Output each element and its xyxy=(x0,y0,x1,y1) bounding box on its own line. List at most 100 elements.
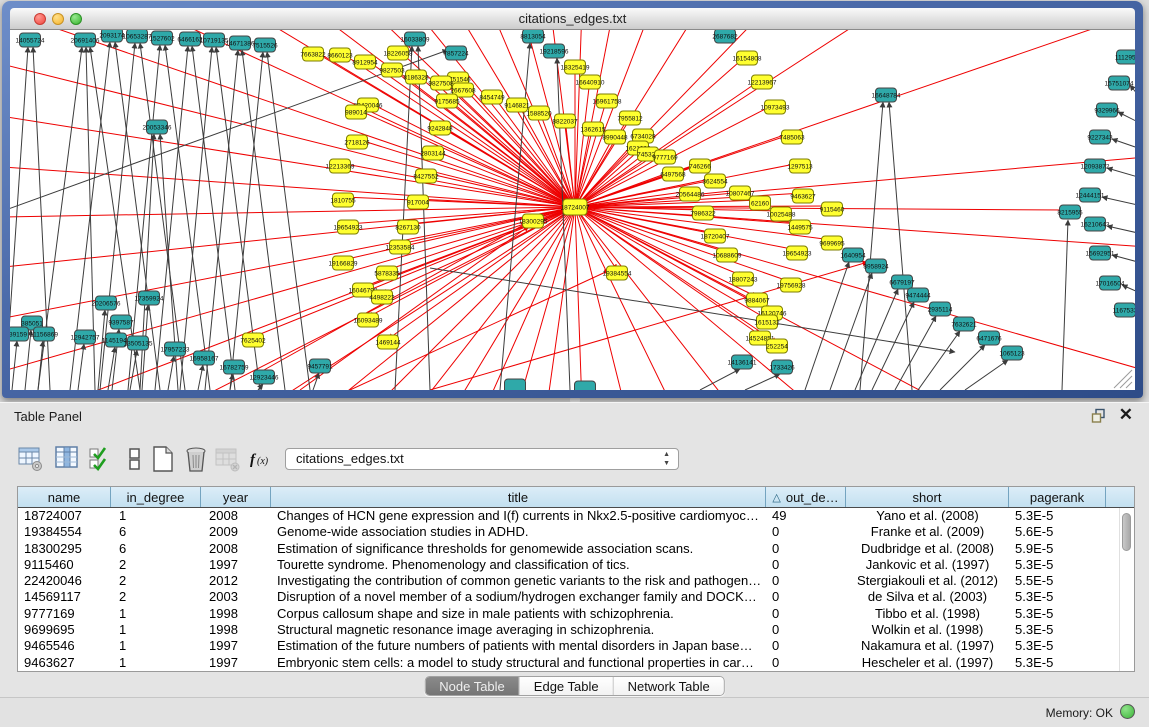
graph-node[interactable]: 9474444 xyxy=(905,288,931,302)
graph-node[interactable]: 16648784 xyxy=(872,88,901,102)
graph-node[interactable]: 19654923 xyxy=(334,220,363,234)
table-cell[interactable]: 9463627 xyxy=(18,655,111,671)
tab-node-table[interactable]: Node Table xyxy=(425,677,520,695)
table-cell[interactable]: 5.3E-5 xyxy=(1009,589,1106,605)
table-cell[interactable]: 18724007 xyxy=(18,508,111,524)
graph-node[interactable]: 3624554 xyxy=(702,174,728,188)
graph-node[interactable]: 8454749 xyxy=(479,90,505,104)
table-cell[interactable]: 0 xyxy=(766,573,846,589)
graph-node[interactable]: 9329966 xyxy=(1094,103,1120,117)
table-cell[interactable]: 2008 xyxy=(201,508,271,524)
network-canvas[interactable]: 1872400714055724206914062093174106532871… xyxy=(10,30,1135,390)
network-window[interactable]: citations_edges.txt 18724007140557242069… xyxy=(2,1,1143,398)
graph-node[interactable]: 1615132 xyxy=(754,315,780,329)
graph-node[interactable]: 1469144 xyxy=(375,335,401,349)
graph-node[interactable]: 9115460 xyxy=(820,202,845,216)
graph-node[interactable]: 9463627 xyxy=(790,189,816,203)
graph-node[interactable]: 1527602 xyxy=(149,31,175,45)
graph-node[interactable]: 13505135 xyxy=(124,336,153,350)
table-cell[interactable]: 6 xyxy=(111,524,201,540)
float-panel-icon[interactable] xyxy=(1091,408,1107,424)
table-cell[interactable]: 49 xyxy=(766,508,846,524)
table-cell[interactable]: 2008 xyxy=(201,541,271,557)
delete-rows-icon[interactable] xyxy=(183,445,209,473)
table-cell[interactable]: 1 xyxy=(111,655,201,671)
table-cell[interactable]: 2 xyxy=(111,589,201,605)
table-cell[interactable]: 1997 xyxy=(201,638,271,654)
graph-node[interactable]: 1588520 xyxy=(526,106,552,120)
close-panel-icon[interactable]: ✕ xyxy=(1119,405,1133,425)
graph-node[interactable]: 1733426 xyxy=(769,360,795,374)
graph-node[interactable]: 7857224 xyxy=(443,46,469,60)
graph-node[interactable]: 9457791 xyxy=(307,359,333,373)
table-row[interactable]: 2242004622012Investigating the contribut… xyxy=(18,573,1134,589)
graph-node[interactable]: 8912954 xyxy=(352,55,378,69)
table-cell[interactable]: 1 xyxy=(111,606,201,622)
graph-node[interactable]: 17016504 xyxy=(1096,276,1125,290)
graph-node[interactable]: 16154808 xyxy=(733,51,762,65)
graph-node[interactable]: 19756928 xyxy=(777,278,806,292)
graph-node[interactable]: 1065123 xyxy=(999,346,1025,360)
table-cell[interactable]: Estimation of significance thresholds fo… xyxy=(271,541,766,557)
new-file-icon[interactable] xyxy=(150,445,176,473)
column-header-name[interactable]: name xyxy=(18,487,111,507)
graph-node[interactable]: 16640910 xyxy=(576,75,605,89)
graph-node[interactable]: 12093872 xyxy=(1081,159,1110,173)
graph-node[interactable]: 14055724 xyxy=(16,33,45,47)
graph-node[interactable]: 7986322 xyxy=(690,206,716,220)
table-cell[interactable]: 9465546 xyxy=(18,638,111,654)
graph-node[interactable]: 10653287 xyxy=(123,30,152,43)
graph-node[interactable]: 9175685 xyxy=(434,94,460,108)
table-cell[interactable]: 6 xyxy=(111,541,201,557)
table-cell[interactable]: 0 xyxy=(766,622,846,638)
graph-node[interactable]: 16033809 xyxy=(401,32,430,46)
graph-node[interactable]: 19384554 xyxy=(603,266,632,280)
table-cell[interactable]: 1998 xyxy=(201,622,271,638)
column-header-out_de[interactable]: △out_de… xyxy=(766,487,846,507)
graph-node[interactable]: 2718126 xyxy=(344,135,370,149)
table-cell[interactable]: 0 xyxy=(766,606,846,622)
graph-node[interactable]: 18325419 xyxy=(561,60,590,74)
table-cell[interactable]: 5.3E-5 xyxy=(1009,606,1106,622)
table-cell[interactable]: 0 xyxy=(766,589,846,605)
graph-node[interactable]: 19166829 xyxy=(329,256,358,270)
resize-grip-icon[interactable] xyxy=(1114,370,1132,388)
graph-node[interactable]: 20691406 xyxy=(71,33,100,47)
graph-node[interactable]: 11156869 xyxy=(30,327,58,341)
graph-node[interactable]: 18724007 xyxy=(561,199,590,215)
graph-node[interactable]: 1449575 xyxy=(787,220,813,234)
table-cell[interactable]: Investigating the contribution of common… xyxy=(271,573,766,589)
table-cell[interactable]: 5.3E-5 xyxy=(1009,557,1106,573)
graph-node[interactable]: 7663822 xyxy=(300,47,326,61)
table-cell[interactable]: Tibbo et al. (1998) xyxy=(846,606,1009,622)
graph-node[interactable]: 1297513 xyxy=(787,159,813,173)
graph-node[interactable]: 4498222 xyxy=(369,290,395,304)
table-cell[interactable]: Wolkin et al. (1998) xyxy=(846,622,1009,638)
graph-node[interactable]: 16093489 xyxy=(354,313,383,327)
graph-node[interactable]: 989014 xyxy=(345,105,367,119)
graph-node[interactable]: 8813054 xyxy=(520,30,546,43)
table-cell[interactable]: 1997 xyxy=(201,557,271,573)
graph-node[interactable]: 15751074 xyxy=(1105,76,1134,90)
graph-node[interactable]: 6471676 xyxy=(976,331,1002,345)
table-row[interactable]: 977716911998Corpus callosum shape and si… xyxy=(18,606,1134,622)
table-cell[interactable]: Nakamura et al. (1997) xyxy=(846,638,1009,654)
table-cell[interactable]: 2009 xyxy=(201,524,271,540)
table-cell[interactable]: 5.3E-5 xyxy=(1009,508,1106,524)
graph-node[interactable]: 18300295 xyxy=(519,214,548,228)
graph-node[interactable] xyxy=(575,381,596,390)
graph-node[interactable]: 17957223 xyxy=(161,342,190,356)
table-cell[interactable]: Dudbridge et al. (2008) xyxy=(846,541,1009,557)
table-cell[interactable]: 1998 xyxy=(201,606,271,622)
graph-node[interactable]: 8958924 xyxy=(863,259,889,273)
column-header-year[interactable]: year xyxy=(201,487,271,507)
graph-node[interactable]: 8267130 xyxy=(395,220,421,234)
graph-node[interactable]: 20206576 xyxy=(92,296,121,310)
graph-node[interactable]: 12942757 xyxy=(71,330,100,344)
table-row[interactable]: 1938455462009Genome-wide association stu… xyxy=(18,524,1134,540)
table-cell[interactable]: 1 xyxy=(111,622,201,638)
table-cell[interactable]: 22420046 xyxy=(18,573,111,589)
column-header-in_degree[interactable]: in_degree xyxy=(111,487,201,507)
graph-node[interactable]: 9242848 xyxy=(427,121,453,135)
tab-network-table[interactable]: Network Table xyxy=(614,677,724,695)
